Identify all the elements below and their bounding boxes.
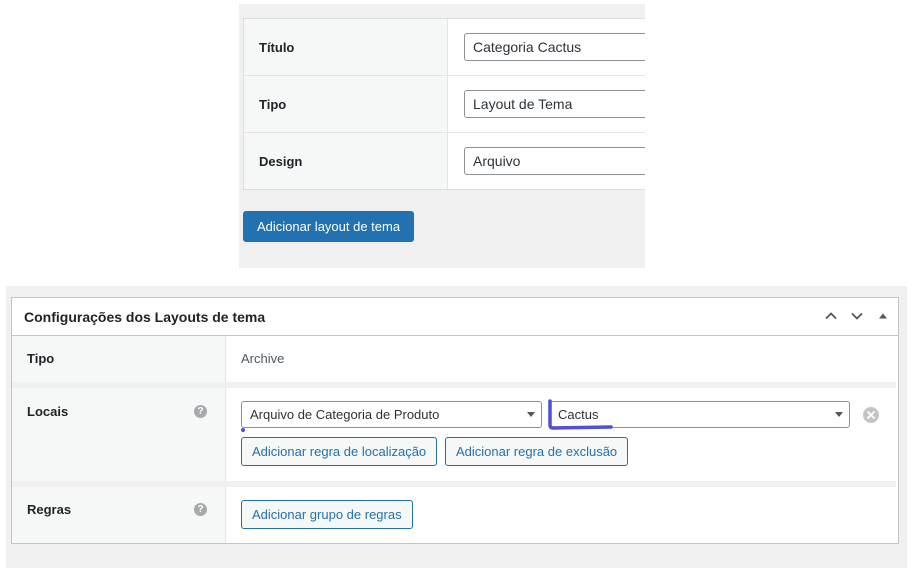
type-label: Tipo xyxy=(244,76,448,132)
form-table: Título Tipo Design xyxy=(243,18,645,190)
chevron-down-icon[interactable] xyxy=(848,307,866,325)
focus-dot xyxy=(241,428,245,432)
location-type-select[interactable]: Arquivo de Categoria de Produto xyxy=(241,401,542,428)
postbox-header: Configurações dos Layouts de tema xyxy=(12,298,898,336)
theme-layout-settings-box: Configurações dos Layouts de tema Tipo A… xyxy=(11,297,899,544)
form-row-title: Título xyxy=(244,19,645,76)
location-type-value: Arquivo de Categoria de Produto xyxy=(250,407,440,422)
help-icon[interactable]: ? xyxy=(194,503,207,516)
design-select[interactable] xyxy=(464,147,645,175)
locais-row: Locais ? Arquivo de Categoria de Produto… xyxy=(12,388,896,481)
caret-down-icon xyxy=(835,412,843,417)
title-input[interactable] xyxy=(464,33,645,61)
title-label: Título xyxy=(244,19,448,75)
form-row-type: Tipo xyxy=(244,76,645,133)
caret-down-icon xyxy=(527,412,535,417)
locais-label-text: Locais xyxy=(27,404,69,419)
settings-area: Configurações dos Layouts de tema Tipo A… xyxy=(6,286,907,568)
annotation-highlight xyxy=(548,399,613,430)
regras-label-text: Regras xyxy=(27,502,72,517)
tipo-value: Archive xyxy=(241,351,285,366)
new-layout-form: Título Tipo Design Adicionar layout de t… xyxy=(239,4,645,268)
regras-label: Regras ? xyxy=(12,487,226,543)
form-row-design: Design xyxy=(244,133,645,189)
close-circle-icon[interactable] xyxy=(863,407,879,423)
add-location-rule-button[interactable]: Adicionar regra de localização xyxy=(241,437,438,466)
chevron-up-icon[interactable] xyxy=(822,307,840,325)
locais-label: Locais ? xyxy=(12,388,226,481)
regras-row: Regras ? Adicionar grupo de regras xyxy=(12,487,896,543)
settings-title: Configurações dos Layouts de tema xyxy=(24,308,266,325)
tipo-row: Tipo Archive xyxy=(12,336,896,382)
type-select[interactable] xyxy=(464,90,645,118)
add-exclusion-rule-button[interactable]: Adicionar regra de exclusão xyxy=(445,437,629,466)
tipo-label: Tipo xyxy=(12,336,226,382)
help-icon[interactable]: ? xyxy=(194,405,207,418)
triangle-up-icon[interactable] xyxy=(874,307,892,325)
add-theme-layout-button[interactable]: Adicionar layout de tema xyxy=(243,211,415,242)
design-label: Design xyxy=(244,133,448,189)
add-rule-group-button[interactable]: Adicionar grupo de regras xyxy=(241,500,413,529)
